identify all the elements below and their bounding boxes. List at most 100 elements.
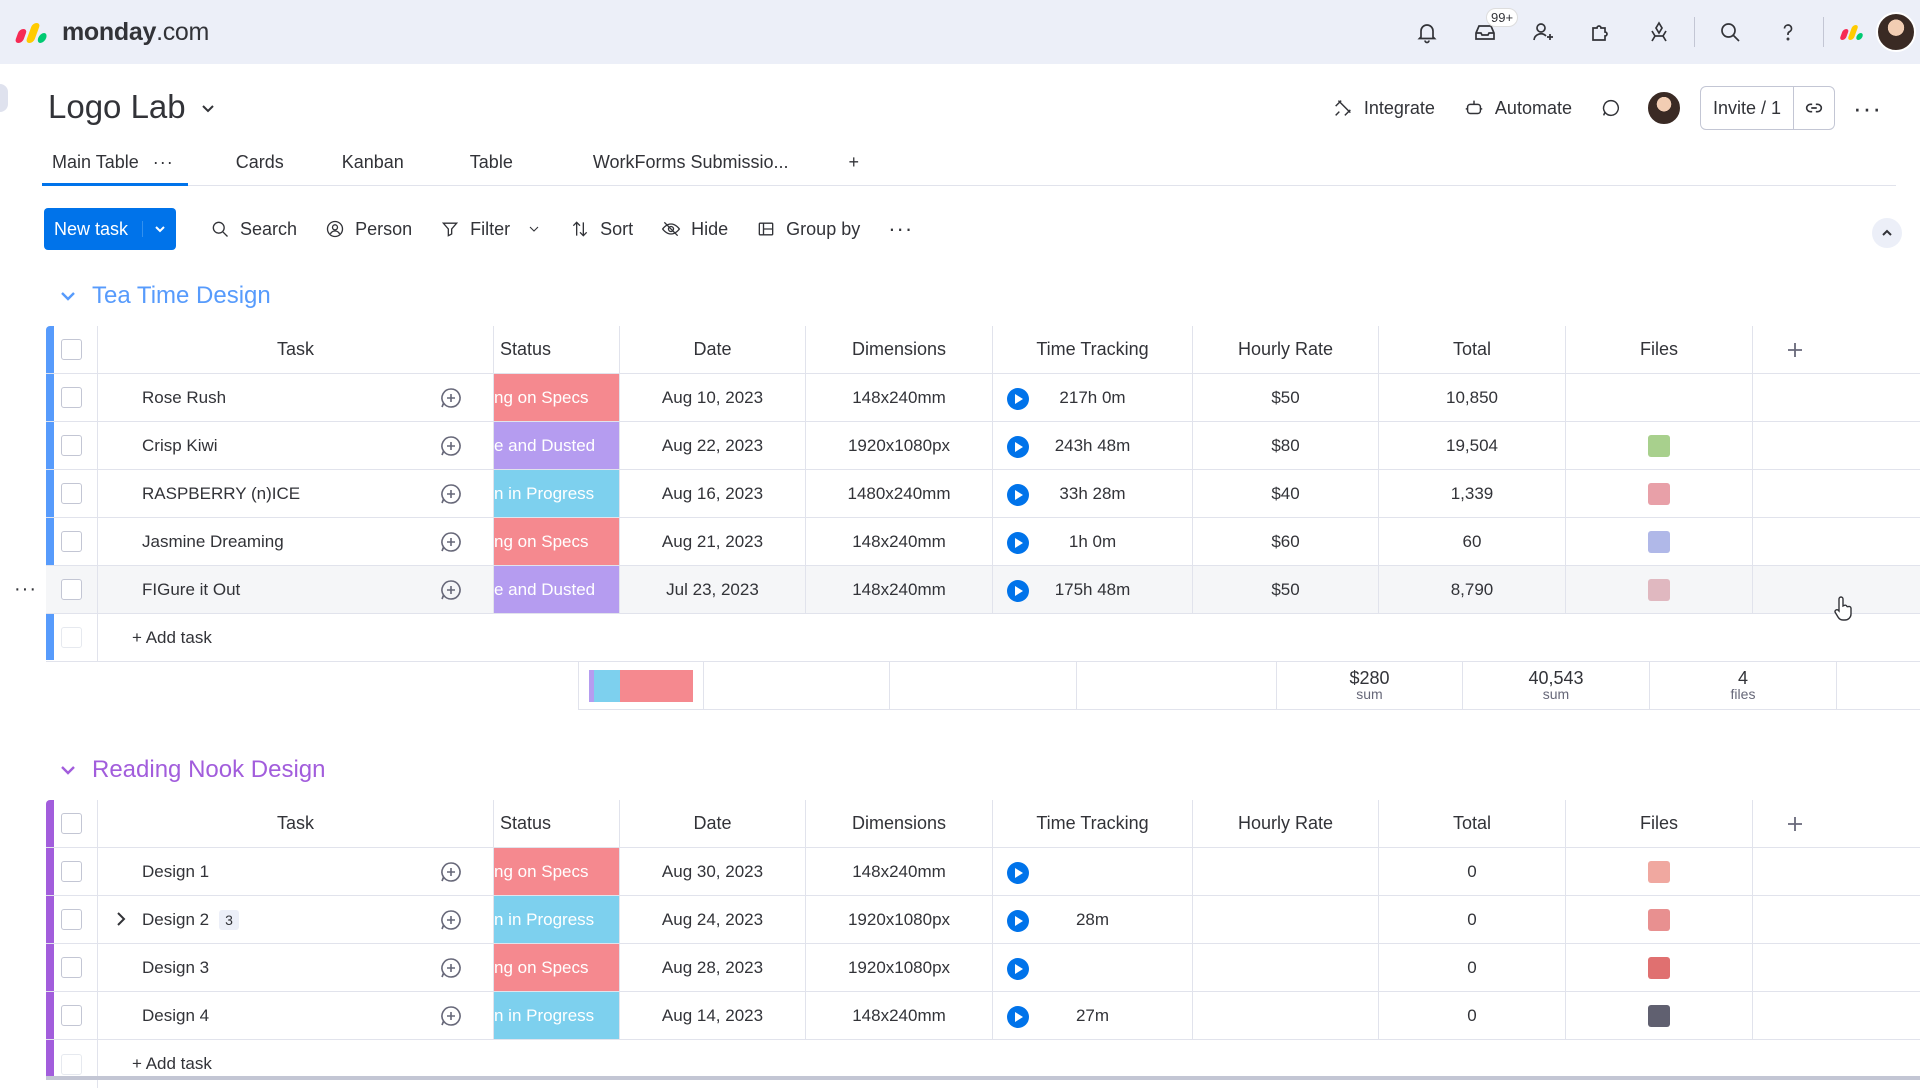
- notifications-bell-icon[interactable]: [1398, 0, 1456, 64]
- play-timer-icon[interactable]: [1007, 910, 1029, 932]
- task-name[interactable]: Design 2: [142, 910, 209, 930]
- file-thumbnail-icon[interactable]: [1648, 578, 1670, 601]
- file-thumbnail-icon[interactable]: [1648, 482, 1670, 505]
- apps-marketplace-icon[interactable]: [1572, 0, 1630, 64]
- dimensions-cell[interactable]: 148x240mm: [806, 518, 993, 565]
- add-task-input[interactable]: + Add task: [98, 1040, 898, 1088]
- status-cell[interactable]: e and Dusted: [494, 422, 620, 469]
- task-name-cell[interactable]: Design 4: [98, 992, 494, 1039]
- new-task-button[interactable]: New task: [44, 208, 177, 250]
- toolbar-more-icon[interactable]: ···: [874, 208, 927, 250]
- time-tracking-cell[interactable]: 217h 0m: [993, 374, 1193, 421]
- tab-cards[interactable]: Cards: [226, 144, 294, 186]
- files-cell[interactable]: [1566, 992, 1753, 1039]
- board-title[interactable]: Logo Lab: [48, 88, 218, 126]
- status-cell[interactable]: ng on Specs: [494, 944, 620, 991]
- updates-button[interactable]: [1586, 86, 1636, 130]
- table-row[interactable]: Design 3 ng on Specs Aug 28, 2023 1920x1080…: [46, 944, 1920, 992]
- dimensions-cell[interactable]: 1480x240mm: [806, 470, 993, 517]
- column-header-dimensions[interactable]: Dimensions: [806, 326, 993, 373]
- hourly-rate-cell[interactable]: $40: [1193, 470, 1379, 517]
- column-header-task[interactable]: Task: [98, 800, 494, 847]
- file-thumbnail-icon[interactable]: [1648, 1004, 1670, 1027]
- status-cell[interactable]: n in Progress: [494, 470, 620, 517]
- files-cell[interactable]: [1566, 896, 1753, 943]
- task-name[interactable]: Design 4: [142, 1006, 209, 1026]
- add-task-row[interactable]: + Add task: [46, 1040, 1920, 1088]
- task-name-cell[interactable]: FIGure it Out: [98, 566, 494, 613]
- board-menu-icon[interactable]: ···: [1835, 86, 1896, 130]
- add-task-row[interactable]: + Add task: [46, 614, 1920, 662]
- sidebar-expand-handle[interactable]: [0, 84, 8, 112]
- column-header-date[interactable]: Date: [620, 326, 806, 373]
- select-all-checkbox[interactable]: [46, 326, 98, 373]
- date-cell[interactable]: Aug 16, 2023: [620, 470, 806, 517]
- table-row[interactable]: RASPBERRY (n)ICE n in Progress Aug 16, 202…: [46, 470, 1920, 518]
- files-cell[interactable]: [1566, 566, 1753, 613]
- select-all-checkbox[interactable]: [46, 800, 98, 847]
- task-name[interactable]: Design 1: [142, 862, 209, 882]
- row-checkbox[interactable]: [46, 422, 98, 469]
- task-name-cell[interactable]: Design 1: [98, 848, 494, 895]
- date-cell[interactable]: Aug 10, 2023: [620, 374, 806, 421]
- dimensions-cell[interactable]: 1920x1080px: [806, 422, 993, 469]
- team-icon[interactable]: [1630, 0, 1688, 64]
- hourly-rate-cell[interactable]: $60: [1193, 518, 1379, 565]
- play-timer-icon[interactable]: [1007, 1006, 1029, 1028]
- row-checkbox[interactable]: [46, 992, 98, 1039]
- group-title-tea-time[interactable]: Tea Time Design: [58, 282, 271, 310]
- status-cell[interactable]: ng on Specs: [494, 848, 620, 895]
- tab-options-icon[interactable]: ···: [153, 152, 174, 172]
- table-row[interactable]: Design 1 ng on Specs Aug 30, 2023 148x240mm…: [46, 848, 1920, 896]
- play-timer-icon[interactable]: [1007, 436, 1029, 458]
- add-column-button[interactable]: [1753, 326, 1837, 373]
- search-icon[interactable]: [1701, 0, 1759, 64]
- task-name[interactable]: Jasmine Dreaming: [142, 532, 284, 552]
- help-icon[interactable]: [1759, 0, 1817, 64]
- play-timer-icon[interactable]: [1007, 532, 1029, 554]
- files-cell[interactable]: [1566, 422, 1753, 469]
- date-cell[interactable]: Aug 21, 2023: [620, 518, 806, 565]
- row-checkbox[interactable]: [46, 566, 98, 613]
- hourly-rate-cell[interactable]: $50: [1193, 374, 1379, 421]
- task-name[interactable]: RASPBERRY (n)ICE: [142, 484, 300, 504]
- task-name[interactable]: Rose Rush: [142, 388, 226, 408]
- files-cell[interactable]: [1566, 518, 1753, 565]
- files-cell[interactable]: [1566, 848, 1753, 895]
- group-by-button[interactable]: Group by: [742, 208, 874, 250]
- time-tracking-cell[interactable]: 1h 0m: [993, 518, 1193, 565]
- table-row[interactable]: Crisp Kiwi e and Dusted Aug 22, 2023 1920x1…: [46, 422, 1920, 470]
- tab-workforms[interactable]: WorkForms Submissio...: [583, 144, 799, 186]
- tab-table[interactable]: Table: [460, 144, 523, 186]
- tab-main-table[interactable]: Main Table ···: [42, 144, 188, 186]
- add-update-icon[interactable]: [439, 386, 463, 410]
- status-cell[interactable]: n in Progress: [494, 896, 620, 943]
- expand-subitems-icon[interactable]: [112, 910, 130, 933]
- task-name[interactable]: Crisp Kiwi: [142, 436, 218, 456]
- column-header-hourly-rate[interactable]: Hourly Rate: [1193, 326, 1379, 373]
- product-switcher-icon[interactable]: [1830, 0, 1876, 64]
- task-name-cell[interactable]: Rose Rush: [98, 374, 494, 421]
- group-title-reading-nook[interactable]: Reading Nook Design: [58, 756, 325, 784]
- search-button[interactable]: Search: [196, 208, 311, 250]
- monday-logo[interactable]: monday.com: [14, 18, 209, 47]
- status-cell[interactable]: e and Dusted: [494, 566, 620, 613]
- status-summary-bar[interactable]: [578, 662, 704, 709]
- file-thumbnail-icon[interactable]: [1648, 860, 1670, 883]
- time-tracking-cell[interactable]: 243h 48m: [993, 422, 1193, 469]
- file-thumbnail-icon[interactable]: [1648, 956, 1670, 979]
- add-update-icon[interactable]: [439, 908, 463, 932]
- table-row[interactable]: Rose Rush ng on Specs Aug 10, 2023 148x240m…: [46, 374, 1920, 422]
- user-avatar[interactable]: [1876, 12, 1916, 52]
- files-cell[interactable]: [1566, 944, 1753, 991]
- invite-label[interactable]: Invite / 1: [1701, 86, 1795, 130]
- table-row[interactable]: Design 2 3 n in Progress Aug 24, 2023 1920x1…: [46, 896, 1920, 944]
- add-update-icon[interactable]: [439, 530, 463, 554]
- column-header-status[interactable]: Status: [494, 326, 620, 373]
- dimensions-cell[interactable]: 1920x1080px: [806, 944, 993, 991]
- row-checkbox[interactable]: [46, 518, 98, 565]
- time-tracking-cell[interactable]: 175h 48m: [993, 566, 1193, 613]
- date-cell[interactable]: Aug 14, 2023: [620, 992, 806, 1039]
- chevron-down-icon[interactable]: [198, 88, 218, 126]
- time-tracking-cell[interactable]: 27m: [993, 992, 1193, 1039]
